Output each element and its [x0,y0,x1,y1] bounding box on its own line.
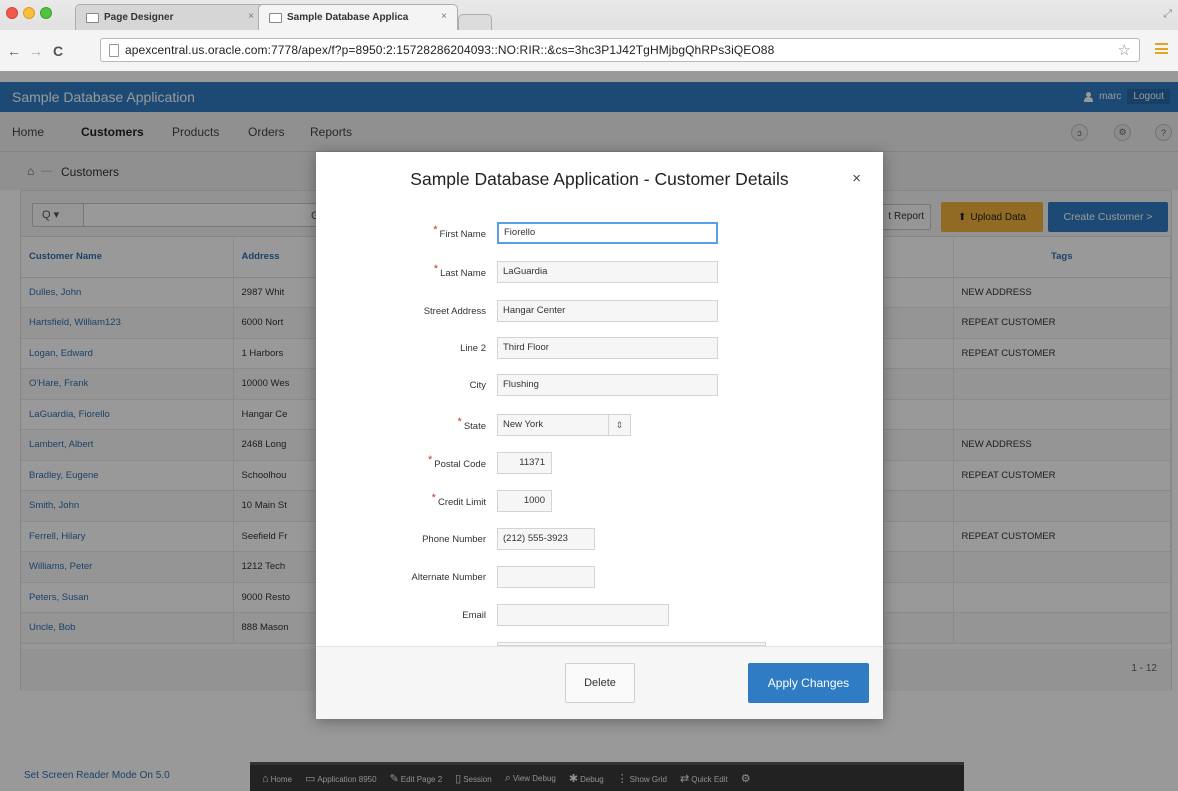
required-marker-icon: * [433,224,438,236]
zoom-window-button[interactable] [40,7,52,19]
last-name-value: LaGuardia [503,266,548,277]
line-2-label: Line 2 [316,343,486,354]
state-value: New York [503,419,544,430]
credit-limit-value: 1000 [523,495,545,506]
page-icon [109,43,119,57]
city-value: Flushing [503,379,539,390]
form-row-last-name: * Last Name LaGuardia [316,261,883,283]
browser-menu-icon[interactable] [1155,43,1168,54]
navigation-bar: ← → C apexcentral.us.oracle.com:7778/ape… [0,30,1178,71]
browser-chrome: Page Designer × Sample Database Applica … [0,0,1178,71]
alternate-number-input[interactable] [497,566,595,588]
fullscreen-icon[interactable]: ⤢ [1163,8,1172,21]
first-name-label: * First Name [316,224,486,240]
form-row-phone-number: Phone Number (212) 555-3923 [316,528,883,550]
credit-limit-label-text: Credit Limit [437,497,486,508]
street-address-label-text: Street Address [423,306,486,317]
select-arrow-icon[interactable]: ⇕ [608,415,630,435]
close-icon[interactable]: × [852,170,861,187]
credit-limit-input[interactable]: 1000 [497,490,552,512]
tab-label: Sample Database Applica [287,12,409,23]
alternate-number-label-text: Alternate Number [411,572,486,583]
state-label-text: State [463,421,486,432]
email-input[interactable] [497,604,669,626]
phone-number-value: (212) 555-3923 [503,533,568,544]
page-icon [269,12,282,23]
close-tab-icon[interactable]: × [441,11,447,22]
line-2-label-text: Line 2 [460,343,486,354]
email-label: Email [316,610,486,621]
page-icon [86,12,99,23]
close-tab-icon[interactable]: × [248,11,254,22]
postal-code-label-text: Postal Code [434,459,486,470]
phone-number-label-text: Phone Number [422,534,486,545]
required-marker-icon: * [457,416,462,428]
first-name-value: Fiorello [504,227,536,238]
address-bar[interactable]: apexcentral.us.oracle.com:7778/apex/f?p=… [100,38,1140,62]
email-label-text: Email [462,610,486,621]
reload-icon[interactable]: C [53,43,63,59]
form-row-state: * State New York ⇕ [316,414,883,436]
delete-button[interactable]: Delete [565,663,635,703]
form-row-email: Email [316,604,883,626]
required-marker-icon: * [433,263,439,275]
state-select[interactable]: New York ⇕ [497,414,631,436]
street-address-label: Street Address [316,306,486,317]
tab-label: Page Designer [104,12,174,23]
credit-limit-label: * Credit Limit [316,492,486,508]
form-row-alternate-number: Alternate Number [316,566,883,588]
phone-number-input[interactable]: (212) 555-3923 [497,528,595,550]
first-name-label-text: First Name [439,229,486,240]
last-name-label-text: Last Name [440,268,486,279]
window-controls [6,7,52,19]
minimize-window-button[interactable] [23,7,35,19]
close-window-button[interactable] [6,7,18,19]
required-marker-icon: * [427,454,433,466]
state-label: * State [316,416,486,432]
form-row-street-address: Street Address Hangar Center [316,300,883,322]
form-row-first-name: * First Name Fiorello [316,222,883,244]
forward-icon[interactable]: → [29,43,43,59]
url-text: apexcentral.us.oracle.com:7778/apex/f?p=… [125,43,775,57]
postal-code-label: * Postal Code [316,454,486,470]
form-row-line-2: Line 2 Third Floor [316,337,883,359]
apply-changes-button[interactable]: Apply Changes [748,663,869,703]
customer-details-dialog: Sample Database Application - Customer D… [316,152,883,719]
last-name-label: * Last Name [316,263,486,279]
city-input[interactable]: Flushing [497,374,718,396]
last-name-input[interactable]: LaGuardia [497,261,718,283]
form-row-postal-code: * Postal Code 11371 [316,452,883,474]
line-2-value: Third Floor [503,342,549,353]
new-tab-button[interactable] [458,14,492,30]
city-label: City [316,380,486,391]
alternate-number-label: Alternate Number [316,572,486,583]
street-address-input[interactable]: Hangar Center [497,300,718,322]
dialog-title: Sample Database Application - Customer D… [410,169,789,189]
phone-number-label: Phone Number [316,534,486,545]
line-2-input[interactable]: Third Floor [497,337,718,359]
browser-tab-page-designer[interactable]: Page Designer × [75,4,265,30]
city-label-text: City [469,380,486,391]
required-marker-icon: * [431,492,436,504]
postal-code-value: 11371 [519,457,545,468]
street-address-value: Hangar Center [503,305,566,316]
first-name-input[interactable]: Fiorello [497,222,718,244]
browser-tab-sample-db[interactable]: Sample Database Applica × [258,4,458,30]
dialog-footer: Delete Apply Changes [316,646,883,719]
bookmark-star-icon[interactable]: ☆ [1118,41,1131,59]
postal-code-input[interactable]: 11371 [497,452,552,474]
form-row-city: City Flushing [316,374,883,396]
form-row-credit-limit: * Credit Limit 1000 [316,490,883,512]
back-icon[interactable]: ← [7,43,21,59]
